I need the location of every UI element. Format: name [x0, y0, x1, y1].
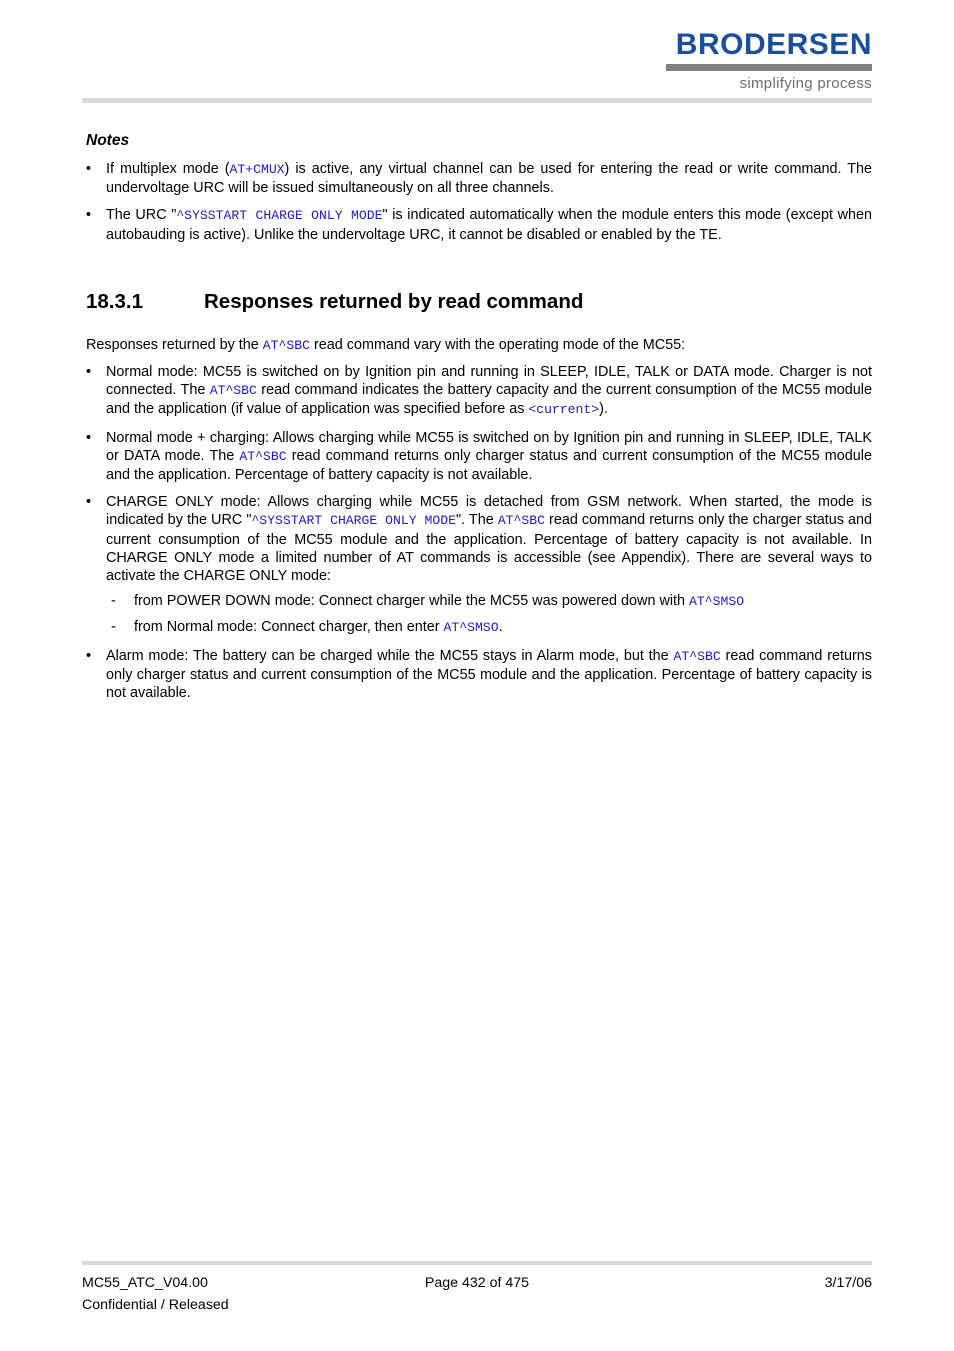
notes-bullet-list: • If multiplex mode (AT+CMUX) is active, …	[82, 160, 872, 244]
logo-divider-bar	[666, 64, 872, 71]
logo-tagline: simplifying process	[739, 75, 872, 92]
sub-list: - from POWER DOWN mode: Connect charger w…	[106, 592, 872, 637]
list-item: • Normal mode + charging: Allows charging…	[82, 429, 872, 485]
at-command-code: AT^SBC	[209, 383, 257, 399]
footer-row: MC55_ATC_V04.00 Page 432 of 475 3/17/06	[82, 1274, 872, 1293]
section-number: 18.3.1	[86, 289, 143, 313]
list-item-text: CHARGE ONLY mode: Allows charging while …	[106, 494, 873, 585]
sub-list-item-text: from Normal mode: Connect charger, then …	[134, 619, 503, 636]
page-content: Notes • If multiplex mode (AT+CMUX) is ac…	[82, 132, 872, 702]
list-item-text: The URC "^SYSSTART CHARGE ONLY MODE" is …	[106, 207, 872, 243]
list-item-text: If multiplex mode (AT+CMUX) is active, a…	[106, 161, 872, 197]
page-header: BRODERSEN simplifying process	[0, 0, 954, 112]
bullet-marker: •	[86, 207, 92, 224]
at-command-code: AT^SBC	[673, 648, 721, 664]
sub-list-item: - from Normal mode: Connect charger, then…	[106, 618, 872, 637]
footer-page-label: Page 432 of 475	[424, 1275, 530, 1291]
at-command-code: AT^SBC	[497, 513, 545, 529]
notes-heading: Notes	[86, 132, 130, 149]
footer-date: 3/17/06	[824, 1275, 872, 1291]
at-command-code: ^SYSSTART CHARGE ONLY MODE	[176, 208, 383, 224]
list-item: • Normal mode: MC55 is switched on by Ign…	[82, 363, 872, 420]
list-item-text: Alarm mode: The battery can be charged w…	[106, 647, 872, 702]
dash-marker: -	[111, 593, 116, 610]
logo-wordmark: BRODERSEN	[675, 28, 872, 61]
sub-list-item-text: from POWER DOWN mode: Connect charger wh…	[134, 593, 745, 610]
at-command-code: AT^SBC	[262, 337, 310, 353]
footer-divider-rule	[82, 1261, 872, 1265]
bullet-marker: •	[86, 429, 92, 446]
header-divider-rule	[82, 98, 872, 103]
section-bullet-list: • Normal mode: MC55 is switched on by Ign…	[82, 363, 872, 702]
list-item-text: Normal mode: MC55 is switched on by Igni…	[106, 364, 872, 418]
at-command-code: <current>	[528, 402, 600, 418]
bullet-marker: •	[86, 161, 92, 177]
list-item-text: Normal mode + charging: Allows charging …	[106, 429, 872, 484]
page-footer: MC55_ATC_V04.00 Page 432 of 475 3/17/06 …	[82, 1261, 872, 1315]
at-command-code: AT^SBC	[239, 448, 287, 464]
bullet-marker: •	[86, 364, 92, 381]
section-intro-paragraph: Responses returned by the AT^SBC read co…	[86, 336, 686, 353]
footer-classification: Confidential / Released	[82, 1297, 229, 1313]
sub-list-item: - from POWER DOWN mode: Connect charger w…	[106, 592, 872, 611]
at-command-code: AT^SMSO	[443, 620, 499, 636]
bullet-marker: •	[86, 647, 92, 664]
at-command-code: ^SYSSTART CHARGE ONLY MODE	[251, 513, 456, 529]
list-item: • CHARGE ONLY mode: Allows charging while…	[82, 493, 872, 637]
dash-marker: -	[111, 619, 116, 636]
at-command-code: AT^SMSO	[689, 594, 745, 610]
section-heading: 18.3.1 Responses returned by read comman…	[86, 290, 872, 314]
list-item: • Alarm mode: The battery can be charged …	[82, 647, 872, 703]
at-command-code: AT+CMUX	[229, 162, 285, 177]
brodersen-logo: BRODERSEN simplifying process	[660, 30, 872, 92]
list-item: • If multiplex mode (AT+CMUX) is active, …	[82, 160, 872, 197]
list-item: • The URC "^SYSSTART CHARGE ONLY MODE" is…	[82, 206, 872, 243]
bullet-marker: •	[86, 494, 92, 511]
section-title: Responses returned by read command	[204, 289, 584, 313]
